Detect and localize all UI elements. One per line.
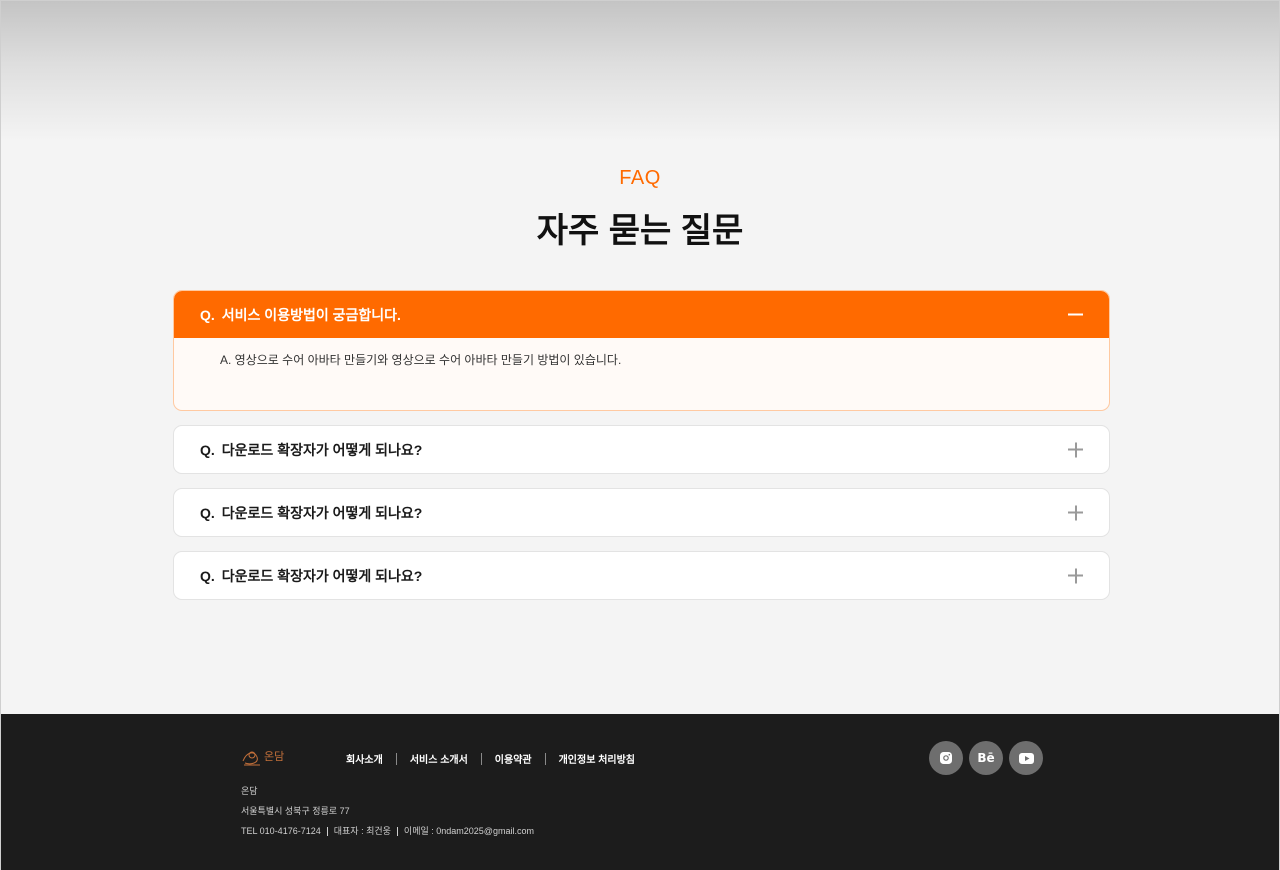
- social-links: Bē: [929, 741, 1043, 775]
- question-text: 서비스 이용방법이 궁금합니다.: [221, 306, 401, 323]
- collapse-minus-icon[interactable]: [1068, 307, 1083, 322]
- company-name: 온담: [241, 786, 258, 796]
- divider: [544, 752, 546, 765]
- company-tel: TEL 010-4176-7124: [241, 826, 321, 836]
- faq-question-toggle[interactable]: Q. 다운로드 확장자가 어떻게 되나요?: [174, 426, 1109, 473]
- faq-question-toggle[interactable]: Q. 서비스 이용방법이 궁금합니다.: [174, 291, 1109, 338]
- behance-button[interactable]: Bē: [969, 741, 1003, 775]
- footer-link-company[interactable]: 회사소개: [346, 751, 383, 766]
- faq-item: Q. 다운로드 확장자가 어떻게 되나요?: [173, 425, 1110, 474]
- company-email: 이메일 : 0ndam2025@gmail.com: [403, 826, 534, 836]
- youtube-button[interactable]: [1009, 741, 1043, 775]
- divider: [395, 752, 397, 765]
- question-prefix: Q.: [200, 441, 215, 458]
- footer-link-terms[interactable]: 이용약관: [495, 751, 532, 766]
- youtube-icon: [1018, 752, 1034, 764]
- company-info: 온담 서울특별시 성북구 정릉로 77 TEL 010-4176-7124 대표…: [241, 781, 534, 841]
- company-ceo: 대표자 : 최건웅: [333, 826, 391, 836]
- question-prefix: Q.: [200, 504, 215, 521]
- question-prefix: Q.: [200, 306, 215, 323]
- instagram-button[interactable]: [929, 741, 963, 775]
- instagram-icon: [940, 752, 952, 764]
- divider: [480, 752, 482, 765]
- contact-row: TEL 010-4176-7124 대표자 : 최건웅 이메일 : 0ndam2…: [241, 821, 534, 841]
- expand-plus-icon[interactable]: [1068, 568, 1083, 583]
- divider: [326, 826, 328, 836]
- question-text: 다운로드 확장자가 어떻게 되나요?: [221, 441, 423, 458]
- site-footer: 온담 회사소개 서비스 소개서 이용약관 개인정보 처리방침 온담 서울특별시 …: [1, 714, 1279, 870]
- expand-plus-icon[interactable]: [1068, 442, 1083, 457]
- footer-link-service-intro[interactable]: 서비스 소개서: [410, 751, 468, 766]
- faq-item: Q. 다운로드 확장자가 어떻게 되나요?: [173, 488, 1110, 537]
- faq-question-toggle[interactable]: Q. 다운로드 확장자가 어떻게 되나요?: [174, 552, 1109, 599]
- faq-item: Q. 서비스 이용방법이 궁금합니다. A. 영상으로 수어 아바타 만들기와 …: [173, 290, 1110, 411]
- faq-question-toggle[interactable]: Q. 다운로드 확장자가 어떻게 되나요?: [174, 489, 1109, 536]
- footer-nav: 회사소개 서비스 소개서 이용약관 개인정보 처리방침: [346, 751, 635, 766]
- company-address: 서울특별시 성북구 정릉로 77: [241, 806, 350, 816]
- question-text: 다운로드 확장자가 어떻게 되나요?: [221, 504, 423, 521]
- question-prefix: Q.: [200, 567, 215, 584]
- divider: [396, 826, 398, 836]
- logo-text: 온담: [264, 750, 284, 763]
- faq-item: Q. 다운로드 확장자가 어떻게 되나요?: [173, 551, 1110, 600]
- footer-logo[interactable]: 온담: [241, 745, 291, 769]
- page-title: 자주 묻는 질문: [536, 212, 744, 250]
- logo-mark-icon: 온담: [242, 750, 284, 766]
- expand-plus-icon[interactable]: [1068, 505, 1083, 520]
- faq-eyebrow: FAQ: [619, 167, 661, 189]
- faq-answer: A. 영상으로 수어 아바타 만들기와 영상으로 수어 아바타 만들기 방법이 …: [220, 353, 622, 367]
- behance-icon: Bē: [977, 751, 995, 765]
- faq-section: FAQ 자주 묻는 질문 Q. 서비스 이용방법이 궁금합니다. A. 영상으로…: [1, 1, 1279, 714]
- faq-list: Q. 서비스 이용방법이 궁금합니다. A. 영상으로 수어 아바타 만들기와 …: [173, 290, 1110, 614]
- question-text: 다운로드 확장자가 어떻게 되나요?: [221, 567, 423, 584]
- footer-link-privacy[interactable]: 개인정보 처리방침: [559, 751, 635, 766]
